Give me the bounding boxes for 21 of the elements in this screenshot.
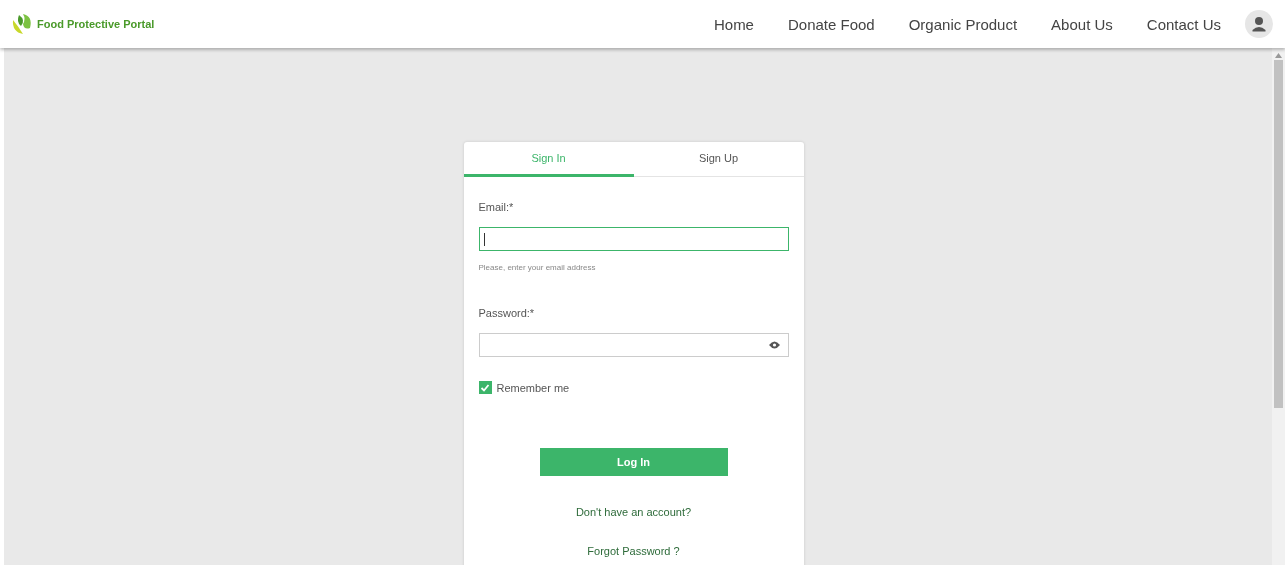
- nav-link[interactable]: Contact Us: [1129, 15, 1238, 33]
- checkbox[interactable]: [478, 381, 492, 394]
- field-label: Password:*: [478, 307, 535, 319]
- field-label: Email:*: [478, 201, 514, 213]
- email-field[interactable]: [478, 227, 789, 251]
- nav-link[interactable]: Home: [696, 15, 771, 33]
- field-hint: Please, enter your email address: [478, 263, 596, 272]
- password-field[interactable]: [478, 333, 789, 357]
- user-avatar-icon[interactable]: [1245, 10, 1273, 38]
- nav-link[interactable]: Organic Product: [891, 15, 1035, 33]
- eye-icon[interactable]: [768, 341, 780, 349]
- brand-name: Food Protective Portal: [37, 18, 155, 30]
- checkbox-label: Remember me: [496, 381, 570, 394]
- leaf-logo-icon: [10, 12, 34, 36]
- text-link[interactable]: Forgot Password ?: [587, 545, 680, 557]
- nav-link[interactable]: Donate Food: [770, 15, 892, 33]
- scrollbar[interactable]: [1272, 48, 1285, 565]
- nav-link[interactable]: About Us: [1034, 15, 1130, 33]
- scroll-up-icon[interactable]: [1275, 53, 1282, 58]
- text-link[interactable]: Don't have an account?: [575, 506, 692, 518]
- tab[interactable]: Sign Up: [633, 142, 804, 177]
